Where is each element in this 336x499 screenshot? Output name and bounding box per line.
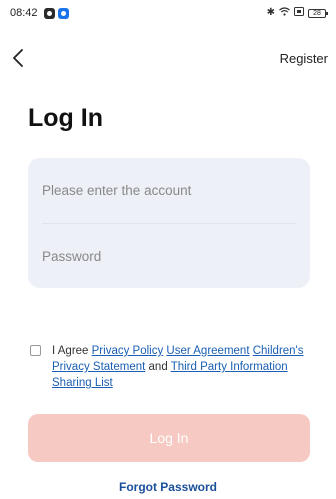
back-button[interactable] bbox=[6, 44, 30, 72]
login-form-card bbox=[28, 158, 310, 288]
status-bar: 08:42 ✱ 28 bbox=[0, 0, 336, 26]
agreement-section: I Agree Privacy Policy User Agreement Ch… bbox=[30, 343, 312, 391]
agree-prefix: I Agree bbox=[52, 345, 92, 357]
agree-and: and bbox=[145, 361, 171, 373]
agree-checkbox[interactable] bbox=[30, 345, 41, 356]
chevron-left-icon bbox=[13, 49, 23, 67]
account-row bbox=[42, 158, 296, 223]
app-notification-icon-2 bbox=[57, 7, 69, 19]
nfc-icon bbox=[294, 7, 304, 19]
password-input[interactable] bbox=[42, 248, 296, 264]
status-icons: ✱ 28 bbox=[266, 7, 328, 19]
password-row bbox=[42, 223, 296, 288]
account-input[interactable] bbox=[42, 183, 296, 198]
battery-icon: 28 bbox=[308, 8, 328, 18]
forgot-password-link[interactable]: Forgot Password bbox=[0, 480, 336, 494]
page-title: Log In bbox=[28, 104, 103, 132]
app-notification-icon bbox=[43, 7, 55, 19]
nav-bar: Register bbox=[0, 40, 336, 76]
login-button[interactable]: Log In bbox=[28, 414, 310, 462]
privacy-policy-link[interactable]: Privacy Policy bbox=[92, 345, 164, 357]
user-agreement-link[interactable]: User Agreement bbox=[166, 345, 249, 357]
status-time: 08:42 bbox=[10, 7, 38, 19]
agreement-text: I Agree Privacy Policy User Agreement Ch… bbox=[52, 343, 312, 391]
wifi-icon bbox=[279, 7, 290, 19]
login-screen: 08:42 ✱ 28 Register Log In Please enter … bbox=[0, 0, 336, 499]
register-link[interactable]: Register bbox=[280, 51, 328, 66]
bluetooth-icon: ✱ bbox=[266, 7, 275, 18]
